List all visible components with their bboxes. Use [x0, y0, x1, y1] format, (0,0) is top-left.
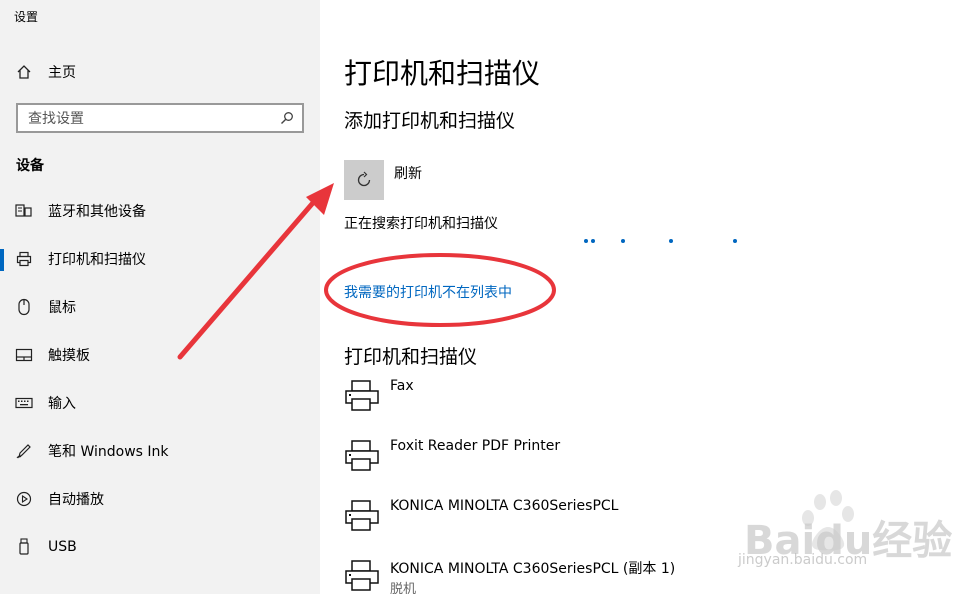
printer-not-listed-link[interactable]: 我需要的打印机不在列表中 — [344, 282, 512, 302]
list-item-printer[interactable]: Fax — [344, 378, 944, 438]
sidebar-item-label: 打印机和扫描仪 — [48, 252, 146, 268]
printer-name: Fax — [390, 378, 414, 394]
printer-name: Foxit Reader PDF Printer — [390, 438, 561, 454]
sidebar-item-pen[interactable]: 笔和 Windows Ink — [0, 431, 320, 471]
progress-dot — [591, 239, 595, 243]
search-icon — [281, 112, 293, 124]
sidebar-item-label: 自动播放 — [48, 492, 104, 508]
printer-icon — [0, 251, 48, 267]
usb-icon — [0, 538, 48, 556]
sidebar-item-label: 输入 — [48, 396, 76, 412]
sidebar-item-autoplay[interactable]: 自动播放 — [0, 479, 320, 519]
searching-status: 正在搜索打印机和扫描仪 — [344, 216, 498, 232]
annotation-arrow — [177, 183, 334, 360]
section-heading-devices: 设备 — [16, 158, 44, 174]
progress-dot — [669, 239, 673, 243]
mouse-icon — [0, 298, 48, 316]
printer-icon — [345, 500, 379, 531]
progress-dot — [584, 239, 588, 243]
home-label: 主页 — [48, 65, 76, 81]
keyboard-icon — [0, 397, 48, 409]
printer-name: KONICA MINOLTA C360SeriesPCL — [390, 498, 619, 514]
sidebar-item-usb[interactable]: USB — [0, 527, 320, 567]
search-input[interactable]: 查找设置 — [16, 103, 304, 133]
printer-icon — [345, 560, 379, 591]
printer-icon — [345, 380, 379, 411]
watermark-url: jingyan.baidu.com — [738, 552, 868, 568]
bluetooth-devices-icon — [0, 203, 48, 219]
progress-dot — [733, 239, 737, 243]
touchpad-icon — [0, 348, 48, 362]
sidebar-item-typing[interactable]: 输入 — [0, 383, 320, 423]
app-title: 设置 — [14, 10, 39, 24]
home-nav-item[interactable]: 主页 — [16, 60, 76, 84]
refresh-button[interactable] — [344, 160, 384, 200]
sidebar-item-label: 鼠标 — [48, 300, 76, 316]
refresh-icon — [357, 171, 371, 187]
autoplay-icon — [0, 491, 48, 507]
sidebar-item-label: 触摸板 — [48, 348, 90, 364]
home-icon — [17, 65, 31, 79]
refresh-label[interactable]: 刷新 — [394, 163, 422, 183]
printer-icon — [345, 440, 379, 471]
printer-name: KONICA MINOLTA C360SeriesPCL (副本 1) — [390, 561, 676, 577]
page-title: 打印机和扫描仪 — [344, 57, 541, 90]
printers-list-heading: 打印机和扫描仪 — [344, 346, 478, 368]
pen-icon — [0, 443, 48, 459]
add-printers-heading: 添加打印机和扫描仪 — [344, 110, 516, 132]
sidebar-item-label: 笔和 Windows Ink — [48, 444, 169, 460]
sidebar-item-label: USB — [48, 539, 77, 555]
progress-dot — [621, 239, 625, 243]
printer-status: 脱机 — [390, 582, 417, 594]
search-placeholder: 查找设置 — [28, 111, 84, 127]
sidebar-item-label: 蓝牙和其他设备 — [48, 204, 146, 220]
